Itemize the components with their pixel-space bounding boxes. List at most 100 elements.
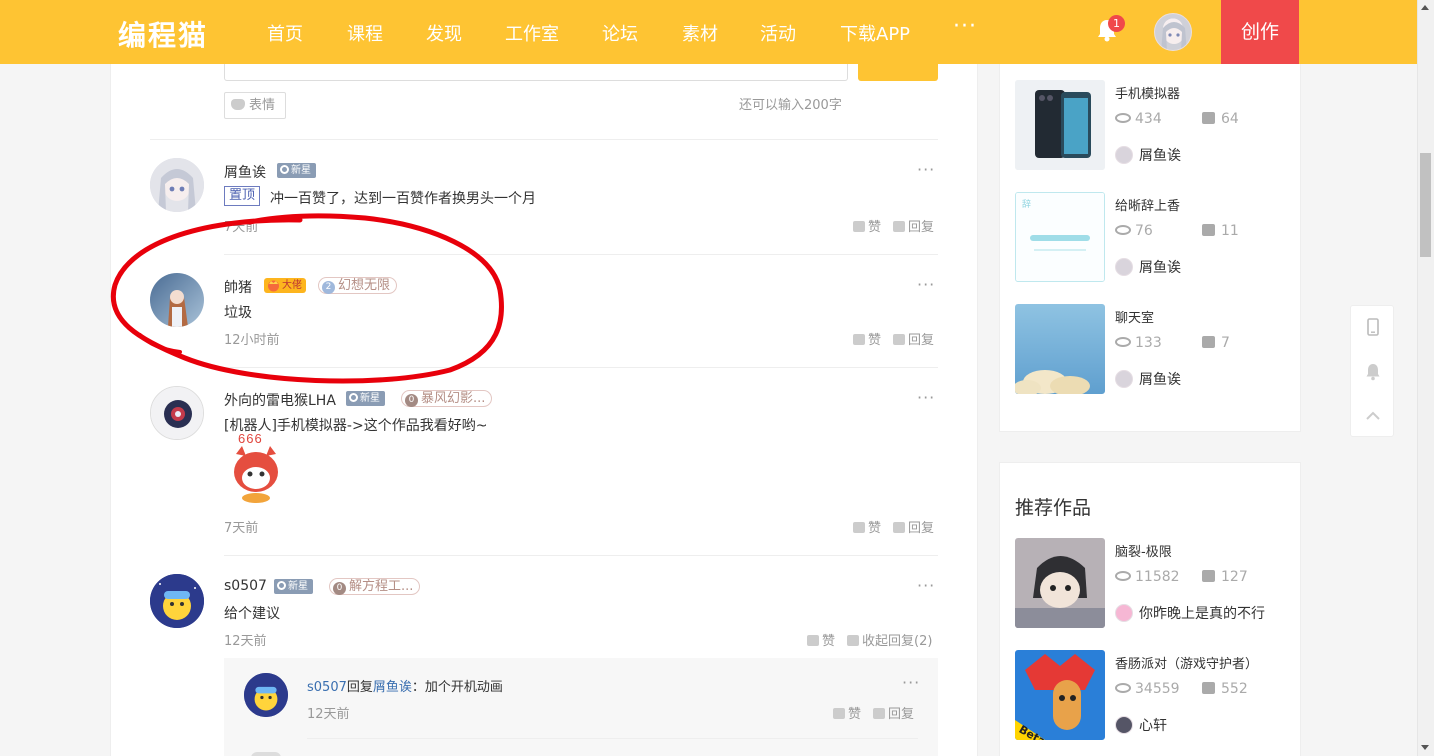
work-thumbnail[interactable]: Beta xyxy=(1015,650,1105,740)
like-count: 552 xyxy=(1202,681,1248,697)
like-button[interactable]: 赞 xyxy=(853,517,881,536)
more-options-icon[interactable]: ··· xyxy=(902,673,920,692)
scroll-up-arrow-icon[interactable] xyxy=(1421,5,1429,10)
divider xyxy=(150,139,938,140)
comment-username[interactable]: 屑鱼诶 xyxy=(224,162,266,182)
work-title[interactable]: 给晰辞上香 xyxy=(1115,195,1180,214)
chat-icon xyxy=(893,334,905,345)
scroll-down-arrow-icon[interactable] xyxy=(1421,745,1429,750)
avatar[interactable] xyxy=(150,386,204,440)
group-badge[interactable]: 0 暴风幻影... xyxy=(401,390,493,407)
avatar xyxy=(1115,146,1133,164)
sticker-text: 666 xyxy=(238,431,263,446)
phone-icon[interactable] xyxy=(1365,318,1381,336)
svg-text:辞: 辞 xyxy=(1022,198,1031,210)
back-to-top-icon[interactable] xyxy=(1365,407,1381,425)
level-badge: 新星 xyxy=(277,163,316,178)
comment-time: 7天前 xyxy=(224,521,259,536)
thumbs-up-icon xyxy=(807,635,819,646)
like-count: 11 xyxy=(1202,223,1239,239)
user-avatar[interactable] xyxy=(1154,13,1192,51)
like-count: 7 xyxy=(1202,335,1230,351)
work-author[interactable]: 屑鱼诶 xyxy=(1115,369,1181,389)
more-options-icon[interactable]: ··· xyxy=(917,275,935,294)
nav-more-button[interactable]: ··· xyxy=(953,14,977,39)
reply-username[interactable]: s0507 xyxy=(307,680,347,695)
comment-time: 12天前 xyxy=(224,634,267,649)
comment-time: 7天前 xyxy=(224,220,259,235)
bell-icon[interactable] xyxy=(1365,363,1381,381)
reply-button[interactable]: 回复 xyxy=(893,216,934,235)
avatar[interactable] xyxy=(244,673,288,717)
work-title[interactable]: 聊天室 xyxy=(1115,307,1154,326)
like-button[interactable]: 赞 xyxy=(807,630,835,649)
work-thumbnail[interactable] xyxy=(1015,538,1105,628)
group-badge[interactable]: 2 幻想无限 xyxy=(318,277,398,294)
floating-toolbar xyxy=(1350,305,1394,437)
nav-download-app[interactable]: 下载APP xyxy=(840,20,910,46)
like-button[interactable]: 赞 xyxy=(853,216,881,235)
view-count: 76 xyxy=(1115,223,1153,239)
reply-button[interactable]: 回复 xyxy=(893,329,934,348)
nav-discover[interactable]: 发现 xyxy=(426,20,462,46)
avatar[interactable] xyxy=(150,574,204,628)
thumbs-up-icon xyxy=(853,522,865,533)
create-button[interactable]: 创作 xyxy=(1221,0,1299,64)
scrollbar-thumb[interactable] xyxy=(1420,153,1431,257)
comment-text: 垃圾 xyxy=(224,305,252,321)
avatar[interactable] xyxy=(150,158,204,212)
more-options-icon[interactable]: ··· xyxy=(917,388,935,407)
view-count: 133 xyxy=(1115,335,1162,351)
more-options-icon[interactable]: ··· xyxy=(917,576,935,595)
work-author[interactable]: 屑鱼诶 xyxy=(1115,257,1181,277)
work-author[interactable]: 你昨晚上是真的不行 xyxy=(1115,603,1265,623)
nav-home[interactable]: 首页 xyxy=(267,20,303,46)
divider xyxy=(224,555,938,556)
comment-username[interactable]: 外向的雷电猴LHA xyxy=(224,390,336,410)
eye-icon xyxy=(1115,225,1131,235)
more-options-icon[interactable]: ··· xyxy=(917,160,935,179)
work-title[interactable]: 香肠派对（游戏守护者） xyxy=(1115,653,1258,672)
work-title[interactable]: 脑裂-极限 xyxy=(1115,541,1172,560)
work-thumbnail[interactable] xyxy=(1015,80,1105,170)
comment-username[interactable]: s0507 xyxy=(224,578,267,594)
reply-button[interactable]: 回复 xyxy=(893,517,934,536)
thumbs-up-icon xyxy=(833,708,845,719)
work-thumbnail[interactable] xyxy=(1015,304,1105,394)
site-logo[interactable]: 编程猫 xyxy=(118,14,208,54)
work-author[interactable]: 屑鱼诶 xyxy=(1115,145,1181,165)
nav-courses[interactable]: 课程 xyxy=(347,20,383,46)
send-comment-button[interactable] xyxy=(858,64,938,81)
nav-events[interactable]: 活动 xyxy=(760,20,796,46)
chat-icon xyxy=(847,635,859,646)
emoji-button[interactable]: 表情 xyxy=(224,92,286,119)
like-button[interactable]: 赞 xyxy=(853,329,881,348)
reply-button[interactable]: 回复 xyxy=(873,703,914,722)
comment-input[interactable] xyxy=(224,64,848,81)
comment-time: 12小时前 xyxy=(224,333,280,348)
eye-icon xyxy=(1115,113,1131,123)
thumbs-up-icon xyxy=(1202,336,1215,348)
divider xyxy=(224,254,938,255)
nav-materials[interactable]: 素材 xyxy=(682,20,718,46)
work-title[interactable]: 手机模拟器 xyxy=(1115,83,1180,102)
cat-icon xyxy=(231,99,245,110)
reply-target-username[interactable]: 屑鱼诶 xyxy=(373,680,412,695)
thumbs-up-icon xyxy=(1202,682,1215,694)
thumbs-up-icon xyxy=(1202,112,1215,124)
like-button[interactable]: 赞 xyxy=(833,703,861,722)
nav-forum[interactable]: 论坛 xyxy=(602,20,638,46)
group-badge[interactable]: 0 解方程工... xyxy=(329,578,421,595)
view-count: 34559 xyxy=(1115,681,1180,697)
work-author[interactable]: 心轩 xyxy=(1115,715,1167,735)
reply-time: 12天前 xyxy=(307,707,350,722)
eye-icon xyxy=(1115,683,1131,693)
page-scrollbar[interactable] xyxy=(1417,0,1434,756)
chat-icon xyxy=(893,221,905,232)
collapse-replies-button[interactable]: 收起回复(2) xyxy=(847,630,932,649)
recommended-title: 推荐作品 xyxy=(1015,497,1092,519)
comment-username[interactable]: 帥猪 xyxy=(224,277,252,297)
avatar[interactable] xyxy=(150,273,204,327)
nav-studio[interactable]: 工作室 xyxy=(505,20,559,46)
work-thumbnail[interactable]: 辞 xyxy=(1015,192,1105,282)
